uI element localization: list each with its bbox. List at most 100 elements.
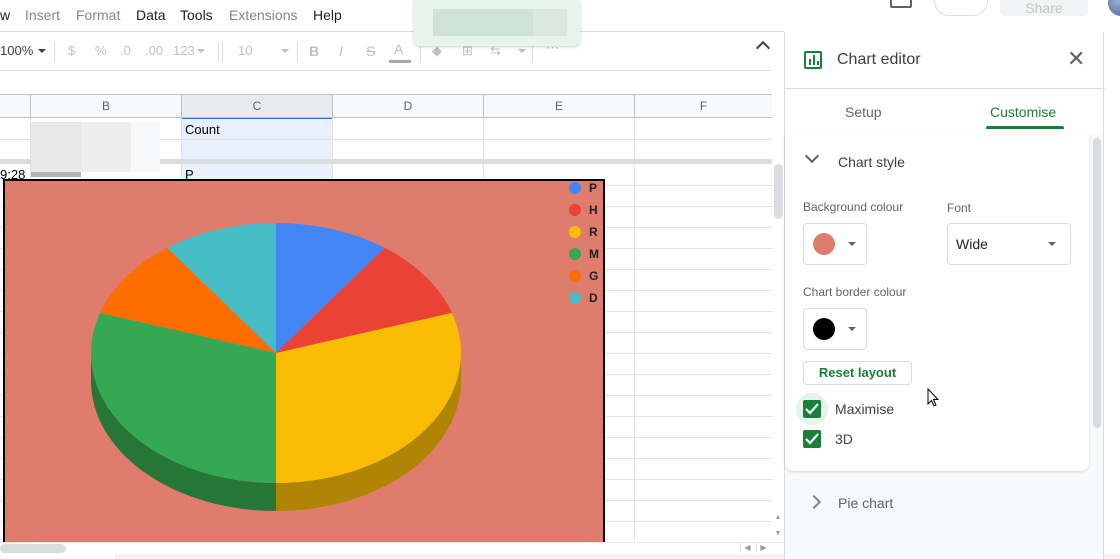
redacted-cell <box>31 172 81 177</box>
legend-label: R <box>589 225 598 239</box>
add-button[interactable] <box>934 0 988 16</box>
column-header-e[interactable]: E <box>484 95 635 118</box>
border-colour-picker[interactable] <box>803 308 867 350</box>
menu-tools[interactable]: Tools <box>180 7 213 23</box>
chevron-down-icon[interactable] <box>804 148 820 164</box>
toolbar: 100% $ % .0 .00 123 10 B I S A ◆ ⊞ ⇆ ⋯ <box>0 32 784 70</box>
active-tab-indicator <box>986 126 1064 129</box>
border-colour-swatch <box>813 318 835 340</box>
scroll-left-icon[interactable]: ◀ <box>740 542 754 554</box>
scroll-right-icon[interactable]: ▶ <box>756 542 770 554</box>
maximise-label: Maximise <box>835 401 895 417</box>
column-header-d[interactable]: D <box>333 95 484 118</box>
mouse-cursor-icon <box>927 388 940 407</box>
menu-data[interactable]: Data <box>136 7 166 23</box>
toolbar-separator <box>218 42 219 62</box>
scroll-down-icon[interactable]: ▼ <box>772 526 784 542</box>
legend-label: G <box>589 269 599 283</box>
background-colour-swatch <box>813 233 835 255</box>
horizontal-scroll-thumb[interactable] <box>0 544 66 553</box>
toast-redacted-text <box>533 9 567 36</box>
3d-checkbox[interactable] <box>803 430 821 448</box>
cell-c1[interactable]: Count <box>185 122 220 137</box>
menu-format[interactable]: Format <box>76 7 120 23</box>
tab-setup[interactable]: Setup <box>845 104 882 120</box>
font-size-select[interactable]: 10 <box>238 43 252 58</box>
maximise-checkbox[interactable] <box>803 400 821 418</box>
text-color-button[interactable]: A <box>394 41 403 57</box>
formula-bar[interactable] <box>0 71 772 95</box>
column-header-b[interactable]: B <box>31 95 182 118</box>
scroll-up-icon[interactable]: ▲ <box>772 510 784 526</box>
legend-dot-icon <box>569 226 581 238</box>
increase-decimal-button[interactable]: .00 <box>145 43 163 58</box>
close-icon[interactable]: ✕ <box>1067 48 1085 70</box>
number-format-button[interactable]: 123 <box>173 43 195 58</box>
vertical-scroll-thumb[interactable] <box>774 164 783 219</box>
chart-style-section: Chart style Background colour Font Wide … <box>785 133 1089 471</box>
column-header-a[interactable] <box>0 95 31 118</box>
font-size-caret-icon <box>281 49 289 53</box>
toast-redacted-text <box>433 9 533 36</box>
toolbar-separator <box>222 42 223 62</box>
caret-down-icon <box>1048 242 1056 246</box>
chart-icon <box>804 51 822 69</box>
decrease-decimal-button[interactable]: .0 <box>120 43 131 58</box>
redacted-cell <box>81 122 131 172</box>
chart-editor-header: Chart editor ✕ Setup Customise <box>785 32 1105 133</box>
share-button[interactable]: Share <box>1000 0 1088 16</box>
number-format-caret-icon <box>197 49 205 53</box>
column-header-f[interactable]: F <box>635 95 772 118</box>
legend-label: H <box>589 203 598 217</box>
legend-dot-icon <box>569 270 581 282</box>
legend-dot-icon <box>569 292 581 304</box>
horizontal-scrollbar[interactable] <box>0 542 784 554</box>
redacted-cell <box>31 122 81 172</box>
checkmark-icon <box>805 433 819 445</box>
redacted-cell <box>131 122 160 172</box>
italic-button[interactable]: I <box>339 43 343 59</box>
legend-label: P <box>589 181 598 195</box>
menu-insert[interactable]: Insert <box>25 7 60 23</box>
chevron-right-icon[interactable] <box>806 494 822 510</box>
pie-chart-section-title[interactable]: Pie chart <box>838 495 893 511</box>
font-select[interactable]: Wide <box>947 223 1071 265</box>
comment-icon[interactable] <box>890 0 912 8</box>
percent-button[interactable]: % <box>95 43 107 58</box>
menu-help[interactable]: Help <box>313 7 342 23</box>
strikethrough-button[interactable]: S <box>366 43 375 59</box>
checkmark-icon <box>805 403 819 415</box>
border-colour-label: Chart border colour <box>803 285 907 299</box>
toast-notification <box>414 0 580 46</box>
column-header-c[interactable]: C <box>182 95 333 118</box>
chart-editor-panel: Chart editor ✕ Setup Customise Chart sty… <box>784 32 1105 559</box>
legend-label: D <box>589 291 598 305</box>
caret-down-icon <box>848 327 856 331</box>
vertical-scrollbar[interactable] <box>772 164 784 541</box>
merge-caret-icon <box>518 49 526 53</box>
tab-customise[interactable]: Customise <box>990 104 1056 120</box>
font-value: Wide <box>956 236 988 252</box>
currency-button[interactable]: $ <box>68 43 75 58</box>
zoom-caret-icon <box>38 49 46 53</box>
chart-style-title[interactable]: Chart style <box>838 154 905 170</box>
header-divider <box>785 88 1105 89</box>
panel-border <box>1103 32 1104 559</box>
editor-scrollbar[interactable] <box>1093 138 1101 428</box>
menu-extensions[interactable]: Extensions <box>229 7 297 23</box>
background-colour-picker[interactable] <box>803 223 867 265</box>
legend-dot-icon <box>569 204 581 216</box>
text-color-bar <box>389 60 411 63</box>
pie-chart-section[interactable]: Pie chart <box>785 481 1089 527</box>
3d-label: 3D <box>835 431 853 447</box>
background-colour-label: Background colour <box>803 200 904 214</box>
menu-view[interactable]: w <box>0 7 10 23</box>
bold-button[interactable]: B <box>309 43 319 59</box>
pie-chart-svg <box>90 223 462 511</box>
pie-chart[interactable]: PHRMGD <box>3 179 605 543</box>
chart-editor-title: Chart editor <box>837 51 921 68</box>
toolbar-separator <box>54 42 55 62</box>
legend-label: M <box>589 247 599 261</box>
zoom-select[interactable]: 100% <box>0 43 33 58</box>
reset-layout-button[interactable]: Reset layout <box>803 361 912 385</box>
